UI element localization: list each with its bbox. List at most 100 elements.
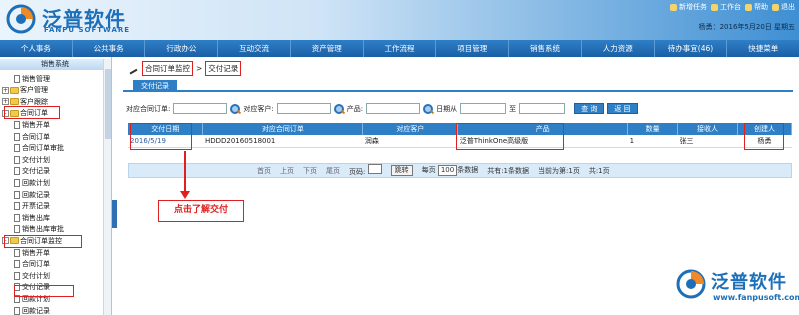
sidebar-item[interactable]: 交付计划 [14, 270, 50, 281]
col-customer[interactable]: 对应客户 [362, 123, 459, 135]
col-quantity[interactable]: 数量 [627, 123, 679, 135]
nav-assets[interactable]: 资产管理 [291, 40, 364, 57]
sidebar-item-label: 交付计划 [22, 155, 50, 164]
order-label: 对应合同订单: [126, 104, 171, 113]
document-icon [14, 144, 20, 153]
nav-sales[interactable]: 销售系统 [509, 40, 582, 57]
sidebar-scrollbar[interactable] [103, 59, 111, 315]
annotation-arrowhead [180, 191, 190, 199]
pager-last[interactable]: 尾页 [326, 166, 340, 176]
nav-todo[interactable]: 待办事宜(46) [655, 40, 728, 57]
sidebar-item-label: 回款记录 [22, 190, 50, 199]
workbench-icon [711, 3, 718, 11]
sidebar-item-label: 销售出库 [22, 213, 50, 222]
sidebar-item[interactable]: 合同订单审批 [14, 143, 64, 154]
sidebar-item[interactable]: 回款记录 [14, 189, 50, 200]
sidebar-item[interactable]: 销售出库审批 [14, 224, 64, 235]
pager-first[interactable]: 首页 [257, 166, 271, 176]
date-to-input[interactable] [519, 103, 566, 114]
breadcrumb-parent[interactable]: 合同订单监控 [142, 61, 193, 76]
pagination-bar: 首页 上页 下页 尾页 页码: 跳转 每页 100 条数据 共有:1条数据 当前为… [128, 163, 792, 178]
folder-icon [10, 98, 19, 106]
sidebar-item[interactable]: 交付计划 [14, 154, 50, 165]
tab-delivery-record[interactable]: 交付记录 [133, 80, 177, 92]
highlight-delivery-record [14, 285, 74, 297]
customer-search-icon[interactable] [333, 103, 344, 114]
sidebar-item-label: 销售出库审批 [22, 225, 64, 234]
document-icon [14, 306, 20, 315]
sidebar-item[interactable]: 合同订单 [14, 131, 50, 142]
sidebar-item[interactable]: 合同订单 [14, 259, 50, 270]
sidebar-item-label: 客户管理 [20, 86, 48, 95]
document-icon [14, 248, 20, 257]
fanpu-logo-icon [6, 4, 36, 34]
sidebar-item-label: 回款记录 [22, 306, 50, 315]
workbench-link[interactable]: 工作台 [711, 2, 741, 12]
help-link[interactable]: 帮助 [745, 2, 768, 12]
search-button[interactable]: 查 询 [574, 103, 605, 114]
pager-next[interactable]: 下页 [303, 166, 317, 176]
document-icon [14, 132, 20, 141]
expand-icon[interactable]: + [2, 98, 9, 106]
nav-shortcuts[interactable]: 快捷菜单 [727, 40, 799, 57]
go-button[interactable]: 跳转 [390, 165, 413, 176]
sidebar-item-label: 交付记录 [22, 167, 50, 176]
sidebar-collapse-toggle[interactable] [112, 200, 117, 228]
nav-public[interactable]: 公共事务 [73, 40, 146, 57]
pager-prev[interactable]: 上页 [280, 166, 294, 176]
sidebar-item[interactable]: 销售开单 [14, 247, 50, 258]
col-order[interactable]: 对应合同订单 [202, 123, 364, 135]
logout-link[interactable]: 退出 [772, 2, 795, 12]
nav-interaction[interactable]: 互动交流 [218, 40, 291, 57]
sidebar-item-label: 销售开单 [22, 120, 50, 129]
sidebar-item-label: 合同订单审批 [22, 144, 64, 153]
customer-input[interactable] [276, 103, 331, 114]
document-icon [14, 167, 20, 176]
nav-hr[interactable]: 人力资源 [582, 40, 655, 57]
back-button[interactable]: 返 回 [607, 103, 638, 114]
main-nav: 个人事务 公共事务 行政办公 互动交流 资产管理 工作流程 项目管理 销售系统 … [0, 40, 799, 57]
date-from-label: 日期从 [436, 104, 458, 113]
document-icon [14, 120, 20, 129]
per-page-select[interactable]: 100 [437, 165, 458, 176]
new-task-link[interactable]: 新增任务 [670, 2, 707, 12]
order-search-icon[interactable] [230, 103, 241, 114]
user-info: 杨勇：2016年5月20日 星期五 [698, 23, 795, 31]
product-input[interactable] [366, 103, 421, 114]
sidebar-item[interactable]: 销售管理 [14, 73, 50, 84]
order-input[interactable] [173, 103, 228, 114]
sidebar-item[interactable]: 回款计划 [14, 177, 50, 188]
date-from-input[interactable] [460, 103, 507, 114]
sidebar-item[interactable]: 销售开单 [14, 119, 50, 130]
scrollbar-thumb[interactable] [105, 69, 111, 139]
logout-icon [772, 3, 779, 11]
document-icon [14, 271, 20, 280]
nav-personal[interactable]: 个人事务 [0, 40, 73, 57]
sidebar-item[interactable]: 回款记录 [14, 305, 50, 315]
sidebar-item-label: 销售管理 [22, 74, 50, 83]
cell-customer: 润森 [362, 135, 458, 148]
app-header: 泛普软件 FANPU SOFTWARE 新增任务 工作台 帮助 退出 杨勇：20… [0, 0, 799, 40]
product-search-icon[interactable] [423, 103, 434, 114]
logo-subtitle: FANPU SOFTWARE [44, 26, 131, 34]
sidebar-item-label: 交付计划 [22, 271, 50, 280]
watermark-logo: 泛普软件 www.fanpusoft.com [675, 268, 799, 315]
highlight-contract-orders [4, 106, 60, 119]
expand-icon[interactable]: + [2, 86, 9, 94]
nav-workflow[interactable]: 工作流程 [364, 40, 437, 57]
current-page: 当前为第:1页 [538, 166, 580, 175]
sidebar-item[interactable]: 交付记录 [14, 166, 50, 177]
nav-projects[interactable]: 项目管理 [436, 40, 510, 57]
sidebar-item[interactable]: 开票记录 [14, 201, 50, 212]
sidebar-item[interactable]: + 客户管理 [2, 85, 48, 96]
sidebar-item[interactable]: 销售出库 [14, 212, 50, 223]
watermark-text: 泛普软件 [711, 272, 787, 293]
document-icon [14, 74, 20, 83]
nav-office[interactable]: 行政办公 [145, 40, 219, 57]
folder-icon [10, 86, 19, 94]
breadcrumb-current: 交付记录 [205, 61, 242, 76]
document-icon [14, 190, 20, 199]
col-receiver[interactable]: 接收人 [677, 123, 738, 135]
page-number-input[interactable] [367, 164, 382, 174]
document-icon [14, 178, 20, 187]
